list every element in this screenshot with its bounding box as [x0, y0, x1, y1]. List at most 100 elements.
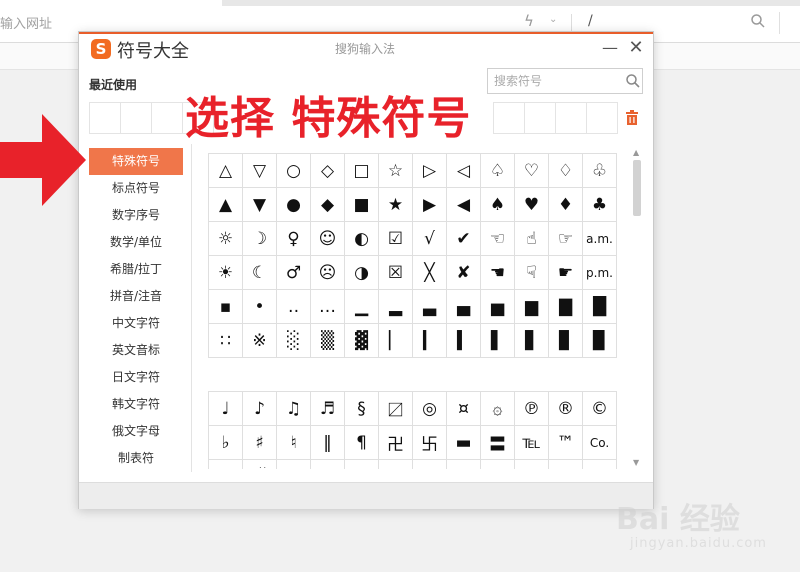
symbol-cell[interactable]: □ — [345, 154, 379, 188]
symbol-cell[interactable]: ◁ — [447, 154, 481, 188]
scrollbar[interactable]: ▲ ▼ — [631, 148, 643, 474]
symbol-cell[interactable]: ♀ — [277, 222, 311, 256]
symbol-cell[interactable]: ☢ — [379, 460, 413, 469]
symbol-cell[interactable]: ☬ — [583, 460, 617, 469]
symbol-cell[interactable]: ▲ — [209, 188, 243, 222]
symbol-cell[interactable]: ☞ — [549, 222, 583, 256]
symbol-cell[interactable]: ¤ — [447, 392, 481, 426]
category-item[interactable]: 韩文字符 — [89, 391, 183, 418]
symbol-cell[interactable]: ▄ — [447, 290, 481, 324]
symbol-cell[interactable]: ™ — [549, 426, 583, 460]
symbol-cell[interactable]: ◑ — [345, 256, 379, 290]
symbol-cell[interactable]: ▬ — [447, 426, 481, 460]
symbol-cell[interactable]: ♬ — [311, 392, 345, 426]
category-item[interactable]: 数字序号 — [89, 202, 183, 229]
symbol-cell[interactable]: ▊ — [549, 324, 583, 358]
symbol-cell[interactable]: 〼 — [379, 392, 413, 426]
symbol-cell[interactable]: ☑ — [379, 222, 413, 256]
scroll-down-icon[interactable]: ▼ — [633, 458, 639, 467]
symbol-cell[interactable]: ♤ — [481, 154, 515, 188]
symbol-cell[interactable]: ☺ — [311, 222, 345, 256]
symbol-cell[interactable]: ♩ — [209, 392, 243, 426]
symbol-cell[interactable]: ░ — [277, 324, 311, 358]
symbol-cell[interactable]: ▓ — [345, 324, 379, 358]
symbol-cell[interactable]: ▇ — [549, 290, 583, 324]
category-item[interactable]: 俄文字母 — [89, 418, 183, 445]
recent-symbol-cell[interactable] — [555, 102, 587, 134]
search-icon[interactable] — [750, 13, 766, 29]
symbol-cell[interactable]: ♭ — [209, 426, 243, 460]
symbol-cell[interactable]: ♫ — [277, 392, 311, 426]
category-item[interactable]: 希腊/拉丁 — [89, 256, 183, 283]
symbol-cell[interactable]: ♦ — [549, 188, 583, 222]
symbol-cell[interactable]: ☮ — [481, 460, 515, 469]
symbol-cell[interactable]: ○ — [277, 154, 311, 188]
symbol-cell[interactable]: ★ — [379, 188, 413, 222]
symbol-cell[interactable]: ☯ — [515, 460, 549, 469]
symbol-cell[interactable]: p.m. — [583, 256, 617, 290]
symbol-cell[interactable]: ▷ — [413, 154, 447, 188]
category-item[interactable]: 中文字符 — [89, 310, 183, 337]
category-item[interactable]: 日文字符 — [89, 364, 183, 391]
symbol-cell[interactable]: ♣ — [583, 188, 617, 222]
symbol-cell[interactable]: ♥ — [515, 188, 549, 222]
category-item[interactable]: 制表符 — [89, 445, 183, 472]
category-item[interactable]: 拼音/注音 — [89, 283, 183, 310]
symbol-cell[interactable]: ▂ — [379, 290, 413, 324]
bolt-icon[interactable]: ϟ — [524, 12, 534, 30]
symbol-cell[interactable]: ▋ — [515, 324, 549, 358]
recent-symbol-cell[interactable] — [120, 102, 152, 134]
category-item[interactable]: 数学/单位 — [89, 229, 183, 256]
symbol-cell[interactable]: ☛ — [549, 256, 583, 290]
trash-icon[interactable] — [625, 110, 639, 125]
symbol-cell[interactable]: ▅ — [481, 290, 515, 324]
symbol-cell[interactable]: ♠ — [481, 188, 515, 222]
symbol-cell[interactable]: ‥ — [277, 290, 311, 324]
symbol-cell[interactable]: ▎ — [413, 324, 447, 358]
symbol-cell[interactable]: § — [345, 392, 379, 426]
symbol-cell[interactable]: ▏ — [379, 324, 413, 358]
symbol-cell[interactable]: ☣ — [413, 460, 447, 469]
symbol-cell[interactable]: ◎ — [413, 392, 447, 426]
category-item[interactable]: 英文音标 — [89, 337, 183, 364]
symbol-cell[interactable]: ▌ — [481, 324, 515, 358]
symbol-cell[interactable]: █ — [583, 290, 617, 324]
symbol-cell[interactable]: 卍 — [379, 426, 413, 460]
symbol-cell[interactable]: ☆ — [379, 154, 413, 188]
symbol-cell[interactable]: ▆ — [515, 290, 549, 324]
symbol-cell[interactable]: a.m. — [583, 222, 617, 256]
symbol-cell[interactable]: ☚ — [481, 256, 515, 290]
symbol-cell[interactable]: ※ — [243, 324, 277, 358]
symbol-cell[interactable]: △ — [209, 154, 243, 188]
symbol-cell[interactable]: ♧ — [583, 154, 617, 188]
symbol-cell[interactable]: ☸ — [549, 460, 583, 469]
symbol-cell[interactable]: ☟ — [515, 256, 549, 290]
symbol-cell[interactable]: ▉ — [583, 324, 617, 358]
symbol-cell[interactable]: 卐 — [413, 426, 447, 460]
symbol-cell[interactable]: ♮ — [277, 426, 311, 460]
symbol-cell[interactable]: ☎ — [345, 460, 379, 469]
symbol-cell[interactable]: ▃ — [413, 290, 447, 324]
recent-symbol-cell[interactable] — [586, 102, 618, 134]
symbol-cell[interactable]: ¶ — [345, 426, 379, 460]
symbol-cell[interactable]: ● — [277, 188, 311, 222]
symbol-cell[interactable]: ◆ — [311, 188, 345, 222]
dialog-titlebar[interactable]: S 符号大全 搜狗输入法 — ✕ — [79, 34, 653, 64]
search-box-text[interactable]: / — [588, 13, 593, 29]
symbol-cell[interactable]: ☏ — [311, 460, 345, 469]
search-icon[interactable] — [625, 73, 641, 89]
symbol-cell[interactable]: 〇 — [209, 460, 243, 469]
symbol-cell[interactable]: ♢ — [549, 154, 583, 188]
recent-symbol-cell[interactable] — [89, 102, 121, 134]
symbol-cell[interactable]: ◀ — [447, 188, 481, 222]
symbol-cell[interactable]: ۞ — [481, 392, 515, 426]
symbol-cell[interactable]: ♨ — [277, 460, 311, 469]
symbol-cell[interactable]: ▽ — [243, 154, 277, 188]
symbol-cell[interactable]: ☽ — [243, 222, 277, 256]
symbol-cell[interactable]: ☝ — [515, 222, 549, 256]
symbol-cell[interactable]: √ — [413, 222, 447, 256]
symbol-cell[interactable]: ☀ — [209, 256, 243, 290]
scrollbar-thumb[interactable] — [633, 160, 641, 216]
minimize-button[interactable]: — — [601, 38, 619, 58]
symbol-cell[interactable]: ♂ — [277, 256, 311, 290]
